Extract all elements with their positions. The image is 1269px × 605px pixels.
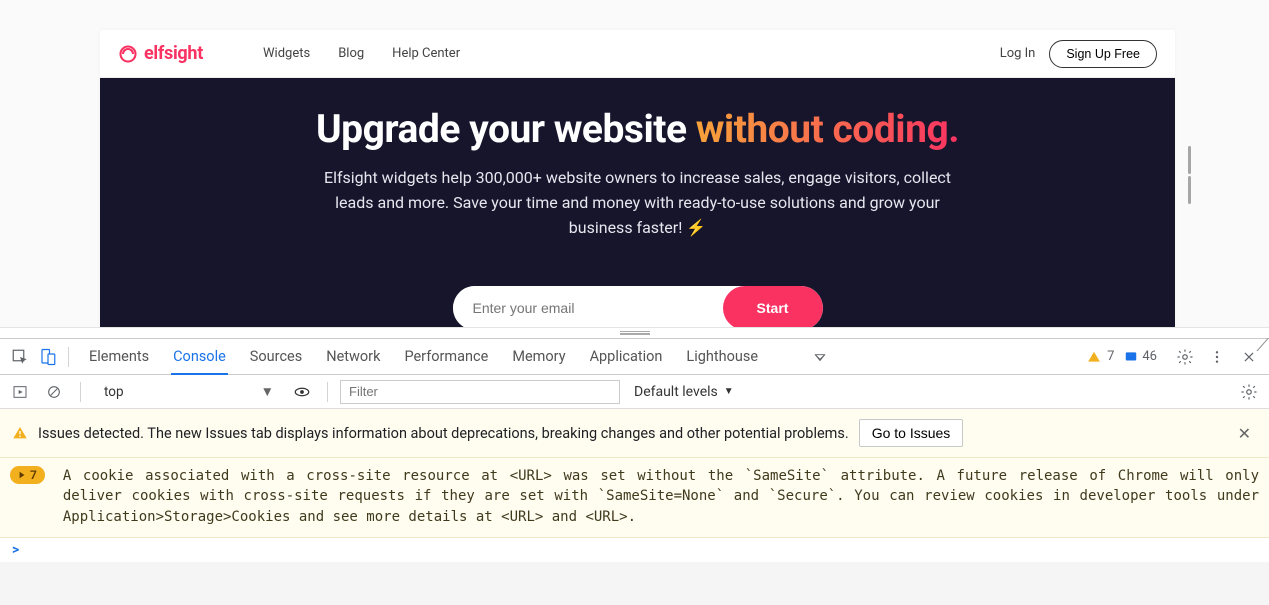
console-prompt[interactable]: > <box>0 538 1269 562</box>
tab-console[interactable]: Console <box>173 339 226 374</box>
warning-triangle-icon <box>12 425 28 441</box>
expand-arrow-icon <box>18 471 26 479</box>
site-frame: elfsight Widgets Blog Help Center Log In… <box>100 30 1175 327</box>
brand[interactable]: elfsight <box>118 43 203 64</box>
devtools-tabs: Elements Console Sources Network Perform… <box>89 339 834 374</box>
go-to-issues-button[interactable]: Go to Issues <box>859 419 964 447</box>
issues-text: Issues detected. The new Issues tab disp… <box>38 425 849 442</box>
filter-input[interactable] <box>340 380 620 404</box>
hero-sub-text: Elfsight widgets help 300,000+ website o… <box>324 168 951 237</box>
tabbar-right: 7 46 <box>1087 343 1263 371</box>
tab-memory[interactable]: Memory <box>512 339 565 374</box>
email-cta: Start <box>453 286 823 327</box>
chevron-down-icon: ▼ <box>724 386 734 397</box>
devtools-resize-bar[interactable]: ⟋ <box>0 327 1269 338</box>
live-expression-icon[interactable] <box>289 379 315 405</box>
info-count[interactable]: 46 <box>1142 349 1157 364</box>
warning-count[interactable]: 7 <box>1107 349 1114 364</box>
site-header-right: Log In Sign Up Free <box>1000 40 1157 68</box>
nav-widgets[interactable]: Widgets <box>263 46 310 61</box>
kebab-menu-icon[interactable] <box>1203 343 1231 371</box>
nav-help-center[interactable]: Help Center <box>392 46 460 61</box>
tab-elements[interactable]: Elements <box>89 339 149 374</box>
hero-subtitle: Elfsight widgets help 300,000+ website o… <box>318 166 958 240</box>
signup-button[interactable]: Sign Up Free <box>1049 40 1157 68</box>
context-selector[interactable]: top ▼ <box>93 379 283 405</box>
site-header: elfsight Widgets Blog Help Center Log In… <box>100 30 1175 78</box>
start-button[interactable]: Start <box>723 286 823 327</box>
prompt-chevron-icon: > <box>12 542 19 558</box>
separator <box>327 382 328 402</box>
tab-sources[interactable]: Sources <box>250 339 302 374</box>
tab-performance[interactable]: Performance <box>404 339 488 374</box>
devtools-panel: Elements Console Sources Network Perform… <box>0 338 1269 562</box>
more-tabs-icon[interactable] <box>806 343 834 371</box>
settings-gear-icon[interactable] <box>1171 343 1199 371</box>
webpage-viewport: elfsight Widgets Blog Help Center Log In… <box>0 0 1269 327</box>
log-levels-selector[interactable]: Default levels ▼ <box>634 384 734 400</box>
levels-label: Default levels <box>634 384 718 400</box>
issues-banner: Issues detected. The new Issues tab disp… <box>0 409 1269 458</box>
chevron-down-icon: ▼ <box>261 384 274 400</box>
console-filter-bar: top ▼ Default levels ▼ <box>0 375 1269 409</box>
hero-section: Upgrade your website without coding. Elf… <box>100 78 1175 327</box>
inspect-element-icon[interactable] <box>6 343 34 371</box>
device-toolbar-icon[interactable] <box>34 343 62 371</box>
nav-blog[interactable]: Blog <box>338 46 364 61</box>
console-message: A cookie associated with a cross-site re… <box>63 466 1259 527</box>
tab-network[interactable]: Network <box>326 339 380 374</box>
close-icon[interactable]: ✕ <box>1232 424 1257 443</box>
grip-icon <box>620 331 650 335</box>
badge-number: 7 <box>30 468 37 482</box>
email-input[interactable] <box>453 286 723 327</box>
site-nav: Widgets Blog Help Center <box>263 46 460 61</box>
play-pause-icon[interactable] <box>6 378 34 406</box>
warning-count-badge: 7 <box>10 466 45 484</box>
brand-name: elfsight <box>144 43 203 64</box>
info-badge-icon <box>1124 350 1138 364</box>
lightning-icon: ⚡ <box>686 218 706 237</box>
clear-console-icon[interactable] <box>40 378 68 406</box>
tab-application[interactable]: Application <box>590 339 663 374</box>
separator <box>80 382 81 402</box>
separator <box>68 347 69 367</box>
resize-handle-icon[interactable]: ⟋ <box>1256 335 1269 356</box>
login-link[interactable]: Log In <box>1000 46 1036 61</box>
tab-lighthouse[interactable]: Lighthouse <box>686 339 758 374</box>
page-scrollbar[interactable] <box>1188 146 1191 204</box>
devtools-tabbar: Elements Console Sources Network Perform… <box>0 339 1269 375</box>
context-label: top <box>104 384 124 400</box>
hero-title: Upgrade your website without coding. <box>130 106 1145 152</box>
warning-triangle-icon <box>1087 350 1101 364</box>
hero-title-plain: Upgrade your website <box>316 106 696 152</box>
console-warning-row[interactable]: 7 A cookie associated with a cross-site … <box>0 458 1269 538</box>
console-settings-gear-icon[interactable] <box>1235 378 1263 406</box>
hero-title-gradient: without coding. <box>696 106 959 152</box>
brand-logo-icon <box>118 44 138 64</box>
